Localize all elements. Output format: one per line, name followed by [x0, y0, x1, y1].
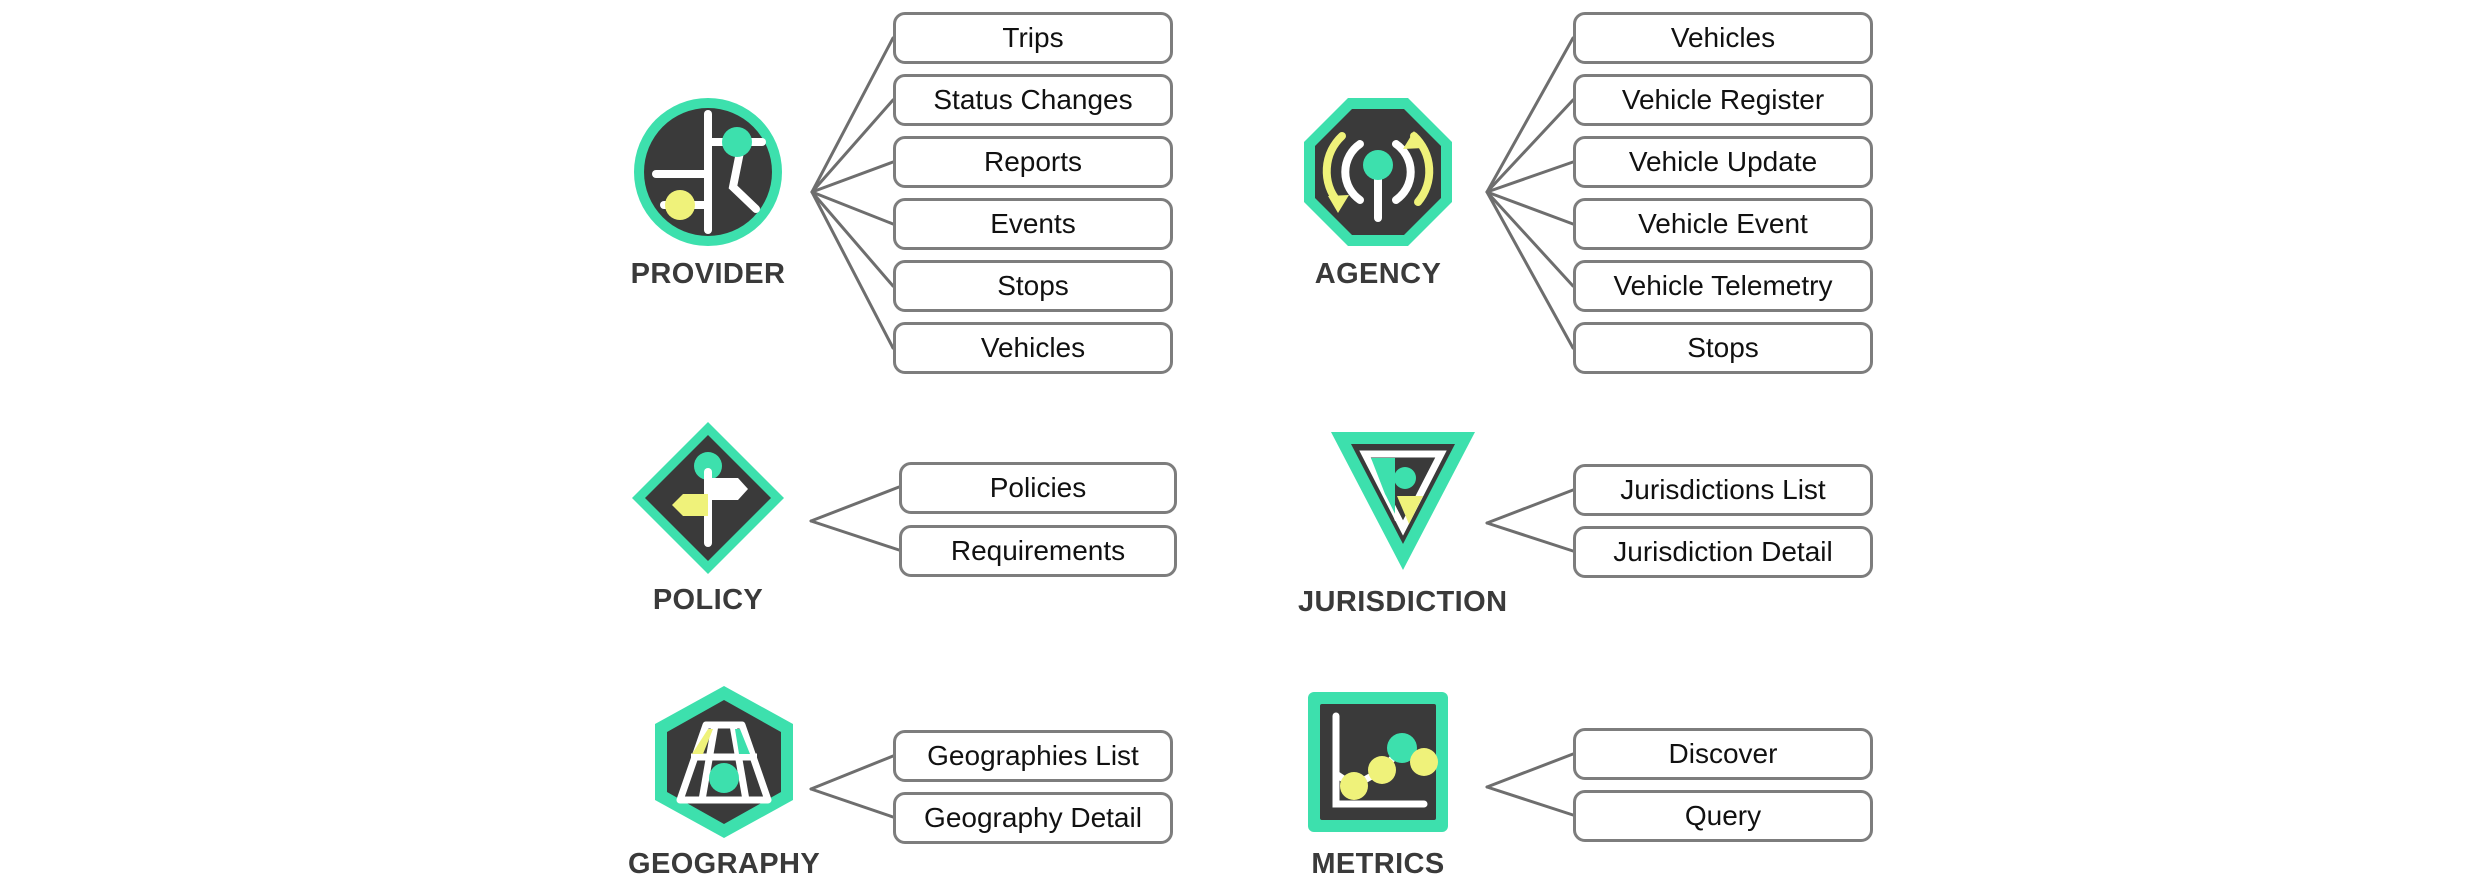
node-geography[interactable]: GEOGRAPHY	[628, 682, 820, 881]
endpoint-label: Jurisdiction Detail	[1613, 536, 1833, 567]
metrics-icon-wrapper	[1298, 682, 1458, 842]
endpoint-provider-status-changes[interactable]: Status Changes	[893, 74, 1173, 126]
endpoint-label: Vehicle Event	[1638, 208, 1808, 239]
endpoint-label: Stops	[1687, 332, 1759, 363]
endpoint-label: Policies	[989, 472, 1087, 503]
endpoint-jurisdiction-list[interactable]: Jurisdictions List	[1573, 464, 1873, 516]
provider-label: PROVIDER	[630, 258, 786, 290]
endpoint-geography-detail[interactable]: Geography Detail	[893, 792, 1173, 844]
endpoint-geography-list[interactable]: Geographies List	[893, 730, 1173, 782]
node-policy[interactable]: POLICY	[628, 418, 788, 617]
endpoint-agency-vehicle-telemetry[interactable]: Vehicle Telemetry	[1573, 260, 1873, 312]
metrics-label: METRICS	[1311, 848, 1445, 880]
map-grid-hexagon-icon	[655, 686, 794, 838]
broadcast-antenna-octagon-icon	[1304, 98, 1452, 246]
endpoint-label: Discover	[1668, 738, 1778, 769]
policy-icon-wrapper	[628, 418, 788, 578]
endpoint-provider-vehicles[interactable]: Vehicles	[893, 322, 1173, 374]
provider-icon-wrapper	[628, 92, 788, 252]
street-grid-circle-icon	[634, 98, 782, 246]
endpoint-agency-stops[interactable]: Stops	[1573, 322, 1873, 374]
endpoint-metrics-query[interactable]: Query	[1573, 790, 1873, 842]
node-metrics[interactable]: METRICS	[1298, 682, 1458, 881]
endpoint-label: Status Changes	[933, 84, 1133, 115]
agency-label: AGENCY	[1314, 258, 1442, 290]
endpoint-label: Jurisdictions List	[1620, 474, 1826, 505]
endpoint-label: Vehicle Update	[1628, 146, 1818, 177]
node-provider[interactable]: PROVIDER	[628, 92, 788, 291]
signpost-diamond-icon	[632, 422, 784, 574]
connector-lines	[809, 36, 1575, 819]
jurisdiction-icon-wrapper	[1323, 420, 1483, 580]
line-chart-square-icon	[1308, 692, 1448, 832]
endpoint-metrics-discover[interactable]: Discover	[1573, 728, 1873, 780]
endpoint-jurisdiction-detail[interactable]: Jurisdiction Detail	[1573, 526, 1873, 578]
endpoint-label: Query	[1684, 800, 1762, 831]
endpoint-label: Vehicle Register	[1621, 84, 1825, 115]
endpoint-label: Events	[990, 208, 1076, 239]
endpoint-provider-stops[interactable]: Stops	[893, 260, 1173, 312]
endpoint-label: Stops	[997, 270, 1069, 301]
diagram-canvas: PROVIDER Trips Status Changes Reports Ev…	[0, 0, 2490, 896]
geography-label: GEOGRAPHY	[628, 848, 821, 880]
endpoint-provider-trips[interactable]: Trips	[893, 12, 1173, 64]
triangle-boundary-icon	[1330, 432, 1475, 570]
endpoint-label: Reports	[983, 146, 1083, 177]
endpoint-policy-policies[interactable]: Policies	[899, 462, 1177, 514]
endpoint-label: Vehicles	[1670, 22, 1776, 53]
endpoint-label: Trips	[1002, 22, 1064, 53]
endpoint-agency-vehicles[interactable]: Vehicles	[1573, 12, 1873, 64]
endpoint-label: Requirements	[950, 535, 1126, 566]
endpoint-agency-vehicle-update[interactable]: Vehicle Update	[1573, 136, 1873, 188]
jurisdiction-label: JURISDICTION	[1298, 586, 1508, 618]
endpoint-agency-vehicle-register[interactable]: Vehicle Register	[1573, 74, 1873, 126]
endpoint-policy-requirements[interactable]: Requirements	[899, 525, 1177, 577]
agency-icon-wrapper	[1298, 92, 1458, 252]
geography-icon-wrapper	[644, 682, 804, 842]
endpoint-provider-events[interactable]: Events	[893, 198, 1173, 250]
endpoint-provider-reports[interactable]: Reports	[893, 136, 1173, 188]
endpoint-agency-vehicle-event[interactable]: Vehicle Event	[1573, 198, 1873, 250]
endpoint-label: Geography Detail	[924, 802, 1142, 833]
node-agency[interactable]: AGENCY	[1298, 92, 1458, 291]
endpoint-label: Vehicle Telemetry	[1613, 270, 1833, 301]
endpoint-label: Geographies List	[927, 740, 1139, 771]
node-jurisdiction[interactable]: JURISDICTION	[1298, 420, 1507, 619]
endpoint-label: Vehicles	[980, 332, 1086, 363]
policy-label: POLICY	[652, 584, 764, 616]
